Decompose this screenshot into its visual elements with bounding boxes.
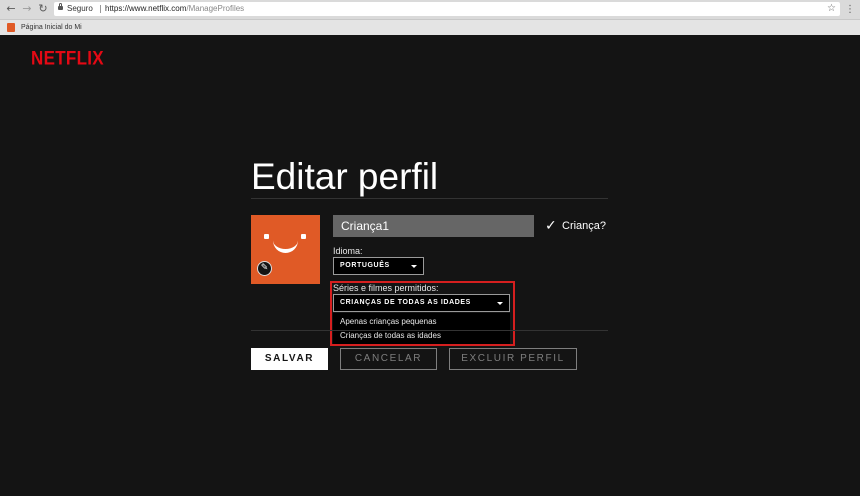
chevron-down-icon [411, 265, 417, 268]
url-separator [100, 5, 101, 13]
browser-menu-icon[interactable]: ⋮ [845, 3, 855, 16]
secure-label: Seguro [67, 4, 93, 13]
maturity-option-all-kids[interactable]: Crianças de todas as idades [340, 331, 441, 341]
lock-icon [58, 3, 63, 10]
avatar-smile [273, 239, 298, 253]
bookmark-favicon-icon [7, 23, 15, 32]
forward-arrow-icon[interactable]: → [20, 2, 34, 16]
checkmark-icon[interactable]: ✓ [545, 217, 557, 235]
browser-chrome: ← → ↻ Seguro https://www.netflix.com/Man… [0, 0, 860, 35]
url-text: https://www.netflix.com/ManageProfiles [105, 2, 244, 16]
browser-toolbar: ← → ↻ Seguro https://www.netflix.com/Man… [0, 0, 860, 20]
address-bar[interactable]: Seguro https://www.netflix.com/ManagePro… [54, 2, 840, 16]
avatar-eye-left [264, 234, 269, 239]
profile-avatar[interactable]: ✎ [251, 215, 320, 284]
divider-top [251, 198, 608, 199]
bookmarks-bar: Página Inicial do Mi [0, 20, 860, 35]
divider-bottom [251, 330, 608, 331]
maturity-select[interactable]: CRIANÇAS DE TODAS AS IDADES [333, 294, 510, 312]
delete-profile-button[interactable]: EXCLUIR PERFIL [449, 348, 577, 370]
maturity-selected-value: CRIANÇAS DE TODAS AS IDADES [340, 299, 471, 306]
save-button[interactable]: SALVAR [251, 348, 328, 370]
page-title: Editar perfil [251, 156, 439, 197]
url-host: https://www.netflix.com [105, 4, 187, 13]
kid-checkbox-label[interactable]: Criança? [562, 219, 606, 233]
url-path: /ManageProfiles [186, 4, 245, 13]
chevron-down-icon [497, 302, 503, 305]
netflix-logo[interactable]: NETFLIX [31, 47, 104, 70]
reload-icon[interactable]: ↻ [36, 2, 50, 16]
language-selected-value: PORTUGUÊS [340, 262, 390, 269]
avatar-eye-right [301, 234, 306, 239]
profile-name-input[interactable]: Criança1 [333, 215, 534, 237]
back-arrow-icon[interactable]: ← [4, 2, 18, 16]
pencil-icon[interactable]: ✎ [257, 261, 272, 276]
maturity-dropdown-list: Apenas crianças pequenas Crianças de tod… [333, 313, 510, 344]
bookmark-star-icon[interactable]: ☆ [827, 2, 836, 16]
maturity-label: Séries e filmes permitidos: [333, 283, 439, 293]
language-select[interactable]: PORTUGUÊS [333, 257, 424, 275]
maturity-option-little-kids[interactable]: Apenas crianças pequenas [340, 317, 437, 327]
language-label: Idioma: [333, 246, 363, 256]
bookmark-item[interactable]: Página Inicial do Mi [21, 22, 82, 33]
cancel-button[interactable]: CANCELAR [340, 348, 437, 370]
